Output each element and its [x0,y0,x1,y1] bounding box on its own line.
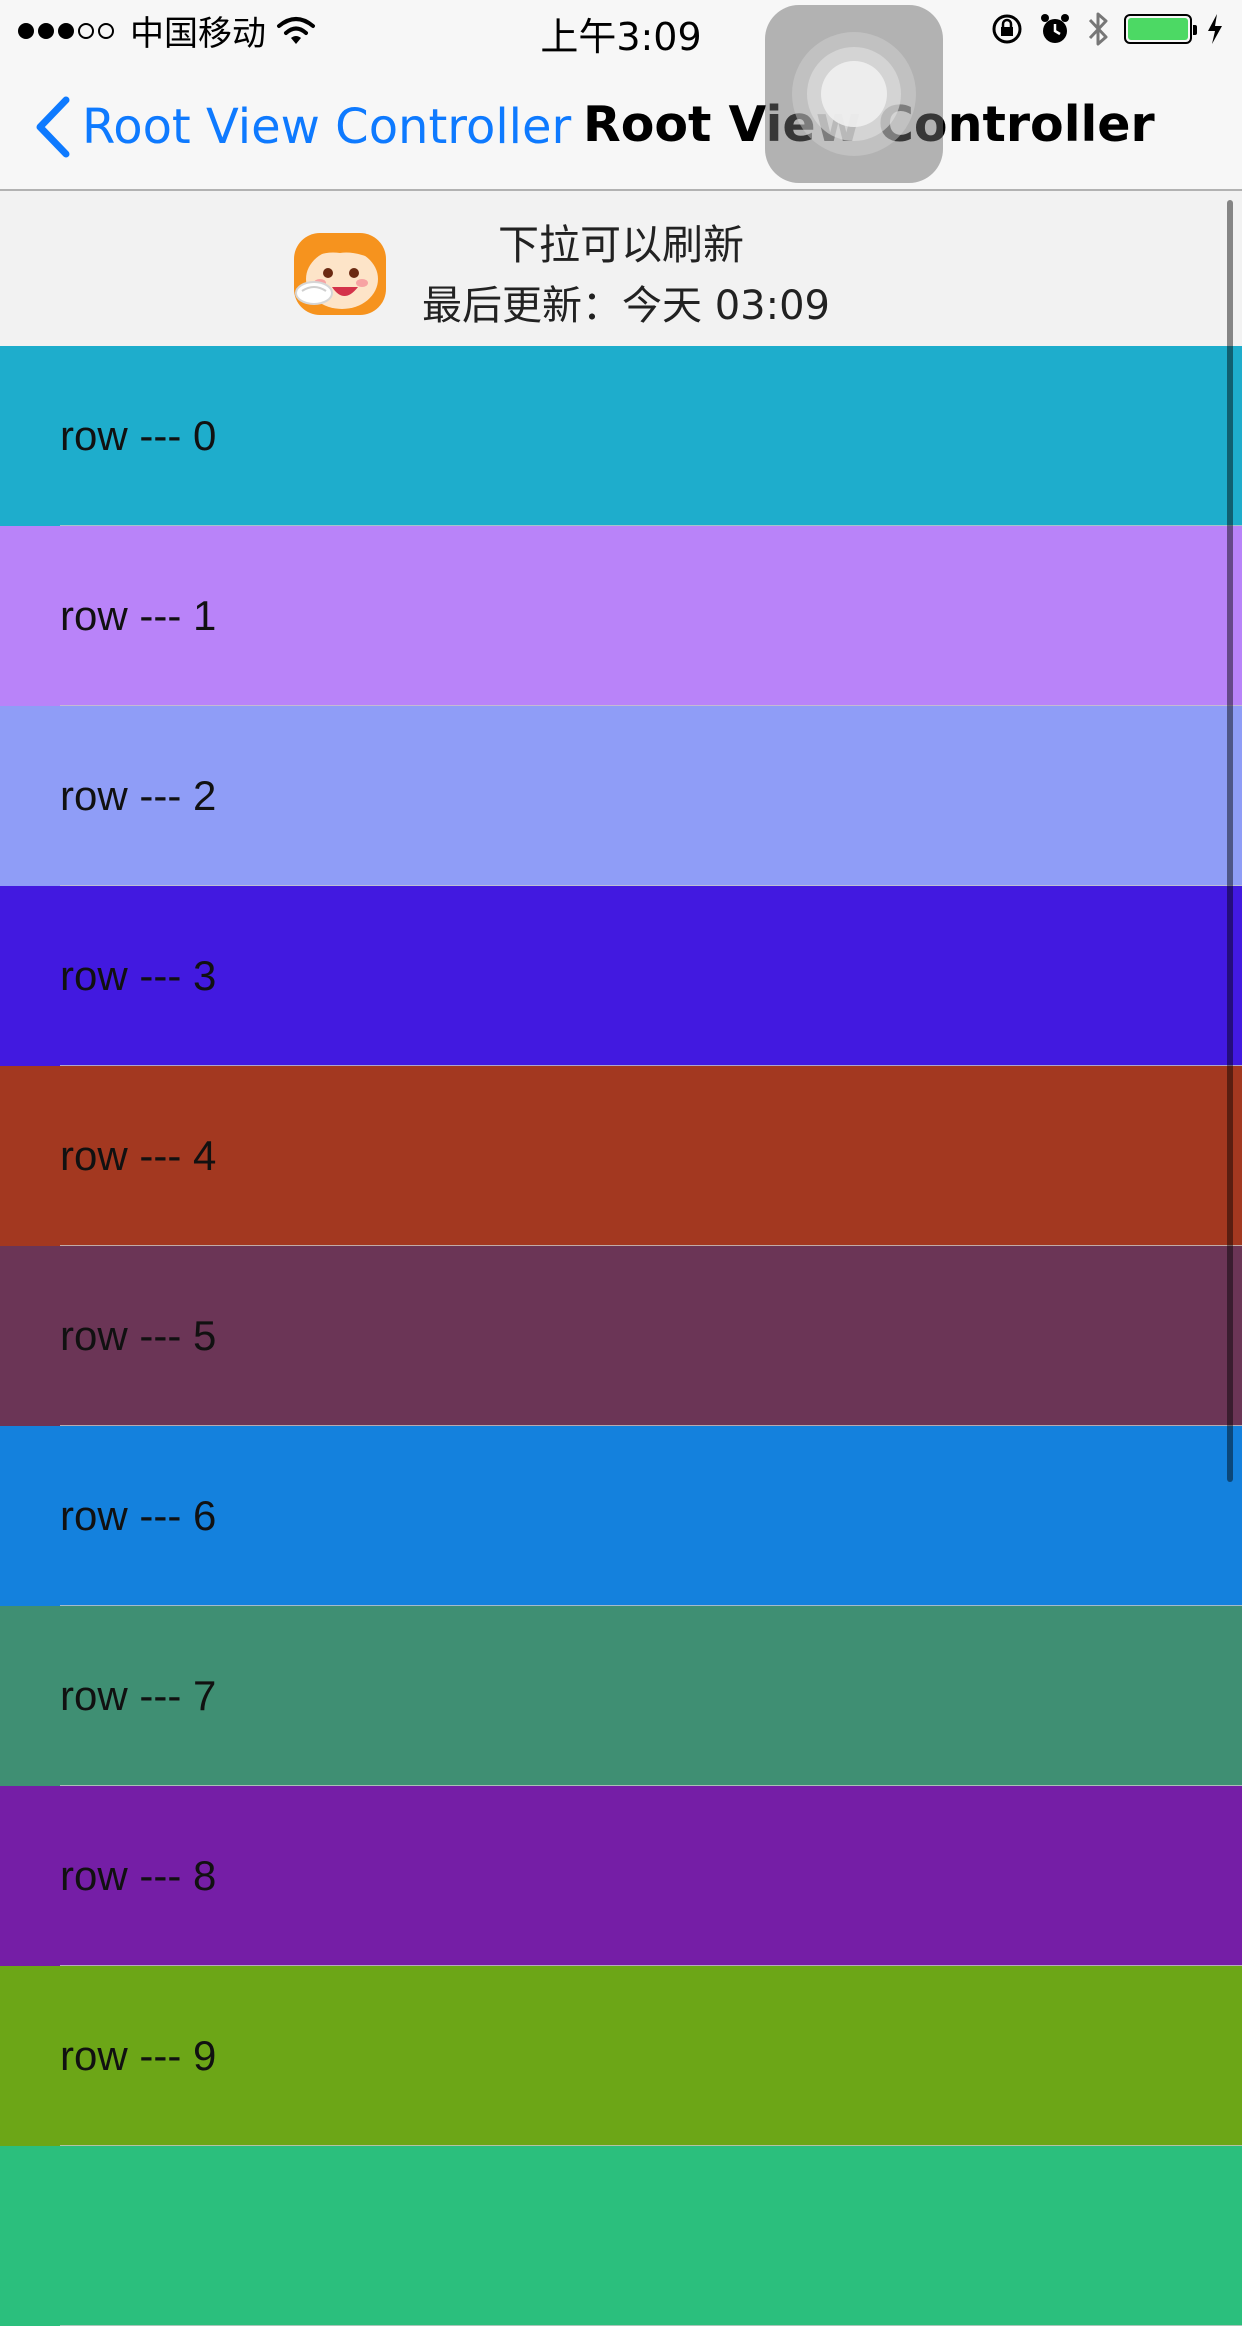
table-row[interactable] [0,2146,1242,2326]
back-button[interactable]: Root View Controller [34,96,571,158]
table-row[interactable]: row --- 0 [0,346,1242,526]
table-row[interactable]: row --- 3 [0,886,1242,1066]
table-row-label: row --- 4 [60,1132,217,1179]
table-row[interactable]: row --- 7 [0,1606,1242,1786]
bluetooth-icon [1088,12,1108,46]
table-row[interactable]: row --- 4 [0,1066,1242,1246]
battery-level [1128,18,1188,40]
table-row-label: row --- 2 [60,772,217,819]
status-bar: 中国移动 上午3:09 [0,0,1242,60]
back-button-label: Root View Controller [82,99,572,155]
alarm-icon [1041,14,1069,43]
battery-tip [1193,25,1197,35]
table-row-label: row --- 8 [60,1852,217,1899]
assistive-touch-ring [821,61,887,127]
assistive-touch-button[interactable] [765,5,943,183]
table-row-label: row --- 3 [60,952,217,999]
battery-icon [1124,14,1197,44]
table-row[interactable]: row --- 2 [0,706,1242,886]
table-row[interactable]: row --- 9 [0,1966,1242,2146]
orientation-lock-icon [992,14,1022,44]
chevron-left-icon [36,96,70,158]
table-row-label: row --- 6 [60,1492,217,1539]
table-row[interactable]: row --- 5 [0,1246,1242,1426]
scroll-indicator[interactable] [1227,200,1233,1482]
refresh-last-updated: 最后更新：今天 03:09 [422,283,830,329]
table-row-label: row --- 5 [60,1312,217,1359]
status-right [990,10,1224,48]
table-row-label: row --- 0 [60,412,217,459]
table-row-label: row --- 7 [60,1672,217,1719]
table-row-label: row --- 9 [60,2032,217,2079]
table-row-label: row --- 1 [60,592,217,639]
table-row[interactable]: row --- 6 [0,1426,1242,1606]
refresh-status-text: 下拉可以刷新 [498,221,744,269]
table-row[interactable]: row --- 8 [0,1786,1242,1966]
navigation-bar: Root View Controller Root View Controlle… [0,60,1242,191]
pull-to-refresh-header: 下拉可以刷新 最后更新：今天 03:09 [0,191,1242,346]
table-row[interactable]: row --- 1 [0,526,1242,706]
table-view[interactable]: row --- 0 row --- 1 row --- 2 row --- 3 row … [0,346,1242,2326]
charging-icon [1208,14,1222,44]
